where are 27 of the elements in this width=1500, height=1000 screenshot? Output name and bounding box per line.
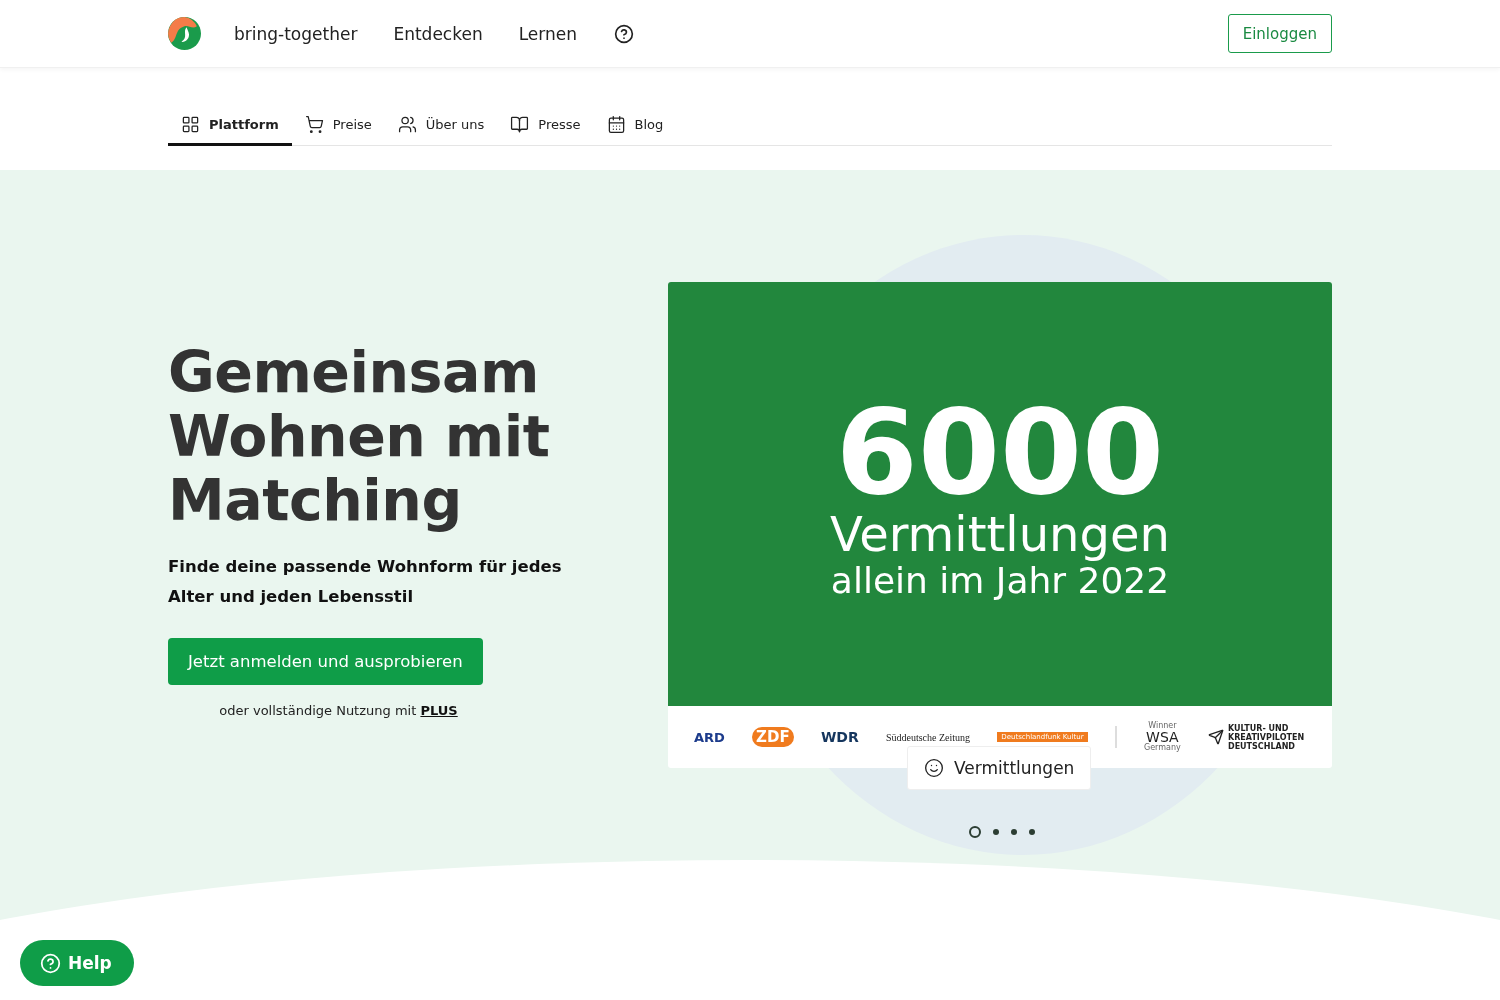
nav-tab[interactable]: Presse <box>497 109 594 146</box>
nav-tab[interactable]: Preise <box>291 109 385 146</box>
signup-button[interactable]: Jetzt anmelden und ausprobieren <box>168 638 483 685</box>
login-button[interactable]: Einloggen <box>1227 14 1332 53</box>
award-logo: KULTUR- UND KREATIVPILOTEN DEUTSCHLAND <box>1228 723 1306 751</box>
nav-tab[interactable]: Plattform <box>168 109 292 146</box>
nav-tab[interactable]: Blog <box>593 109 677 146</box>
stat-number: 6000 <box>835 397 1165 507</box>
nav-tab[interactable]: Über uns <box>384 109 498 146</box>
brand-link[interactable]: bring-together <box>234 23 358 44</box>
newspaper-logo: Süddeutsche Zeitung <box>885 731 971 743</box>
hero-title: Gemeinsam Wohnen mit Matching <box>168 340 551 532</box>
award-caption: Winner <box>1148 722 1177 730</box>
hero-subtitle: Finde deine passende Wohnform für jedes Alter und jeden Lebensstil <box>168 556 563 608</box>
plus-link[interactable]: PLUS <box>420 703 458 718</box>
stat-label: Vermittlungen <box>830 507 1170 561</box>
nav-link[interactable]: Entdecken <box>393 23 483 44</box>
award-logo: WSA <box>1146 730 1179 744</box>
nav-link[interactable]: Lernen <box>518 23 577 44</box>
award-caption: Germany <box>1144 744 1181 752</box>
slide-badge: Vermittlungen <box>907 746 1092 790</box>
help-button[interactable]: Help <box>20 940 134 986</box>
ard-logo: ARD <box>694 729 725 745</box>
plus-note: oder vollständige Nutzung mit PLUS <box>218 703 459 718</box>
stat-caption: allein im Jahr 2022 <box>830 561 1170 601</box>
wdr-logo: WDR <box>820 729 859 745</box>
zdf-logo: ZDF <box>752 727 794 747</box>
